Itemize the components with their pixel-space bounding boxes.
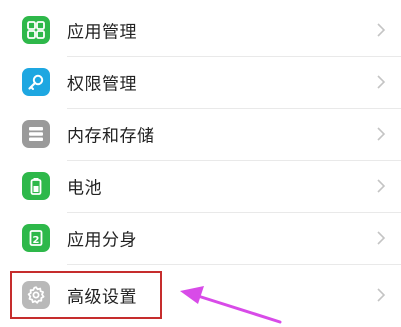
settings-item-battery[interactable]: 电池 bbox=[0, 160, 401, 212]
settings-item-memory-storage[interactable]: 内存和存储 bbox=[0, 108, 401, 160]
settings-item-permission-management[interactable]: 权限管理 bbox=[0, 56, 401, 108]
settings-item-app-clone[interactable]: 2 应用分身 bbox=[0, 212, 401, 264]
key-icon bbox=[22, 68, 50, 96]
chevron-right-icon bbox=[377, 179, 386, 193]
divider bbox=[67, 264, 401, 265]
battery-icon bbox=[22, 172, 50, 200]
svg-text:2: 2 bbox=[33, 235, 40, 246]
chevron-right-icon bbox=[377, 23, 386, 37]
chevron-right-icon bbox=[377, 288, 386, 302]
app-clone-icon: 2 bbox=[22, 224, 50, 252]
app-management-icon bbox=[22, 16, 50, 44]
chevron-right-icon bbox=[377, 231, 386, 245]
settings-item-label: 应用分身 bbox=[67, 230, 137, 251]
settings-item-app-management[interactable]: 应用管理 bbox=[0, 4, 401, 56]
settings-item-label: 电池 bbox=[67, 178, 102, 199]
storage-icon bbox=[22, 120, 50, 148]
settings-item-label: 内存和存储 bbox=[67, 126, 155, 147]
highlight-box bbox=[10, 271, 162, 319]
settings-item-label: 权限管理 bbox=[67, 74, 137, 95]
settings-item-label: 应用管理 bbox=[67, 22, 137, 43]
chevron-right-icon bbox=[377, 75, 386, 89]
settings-screen: 应用管理 权限管理 内存和存储 电池 2 应用分身 高级设置 bbox=[0, 0, 401, 327]
chevron-right-icon bbox=[377, 127, 386, 141]
